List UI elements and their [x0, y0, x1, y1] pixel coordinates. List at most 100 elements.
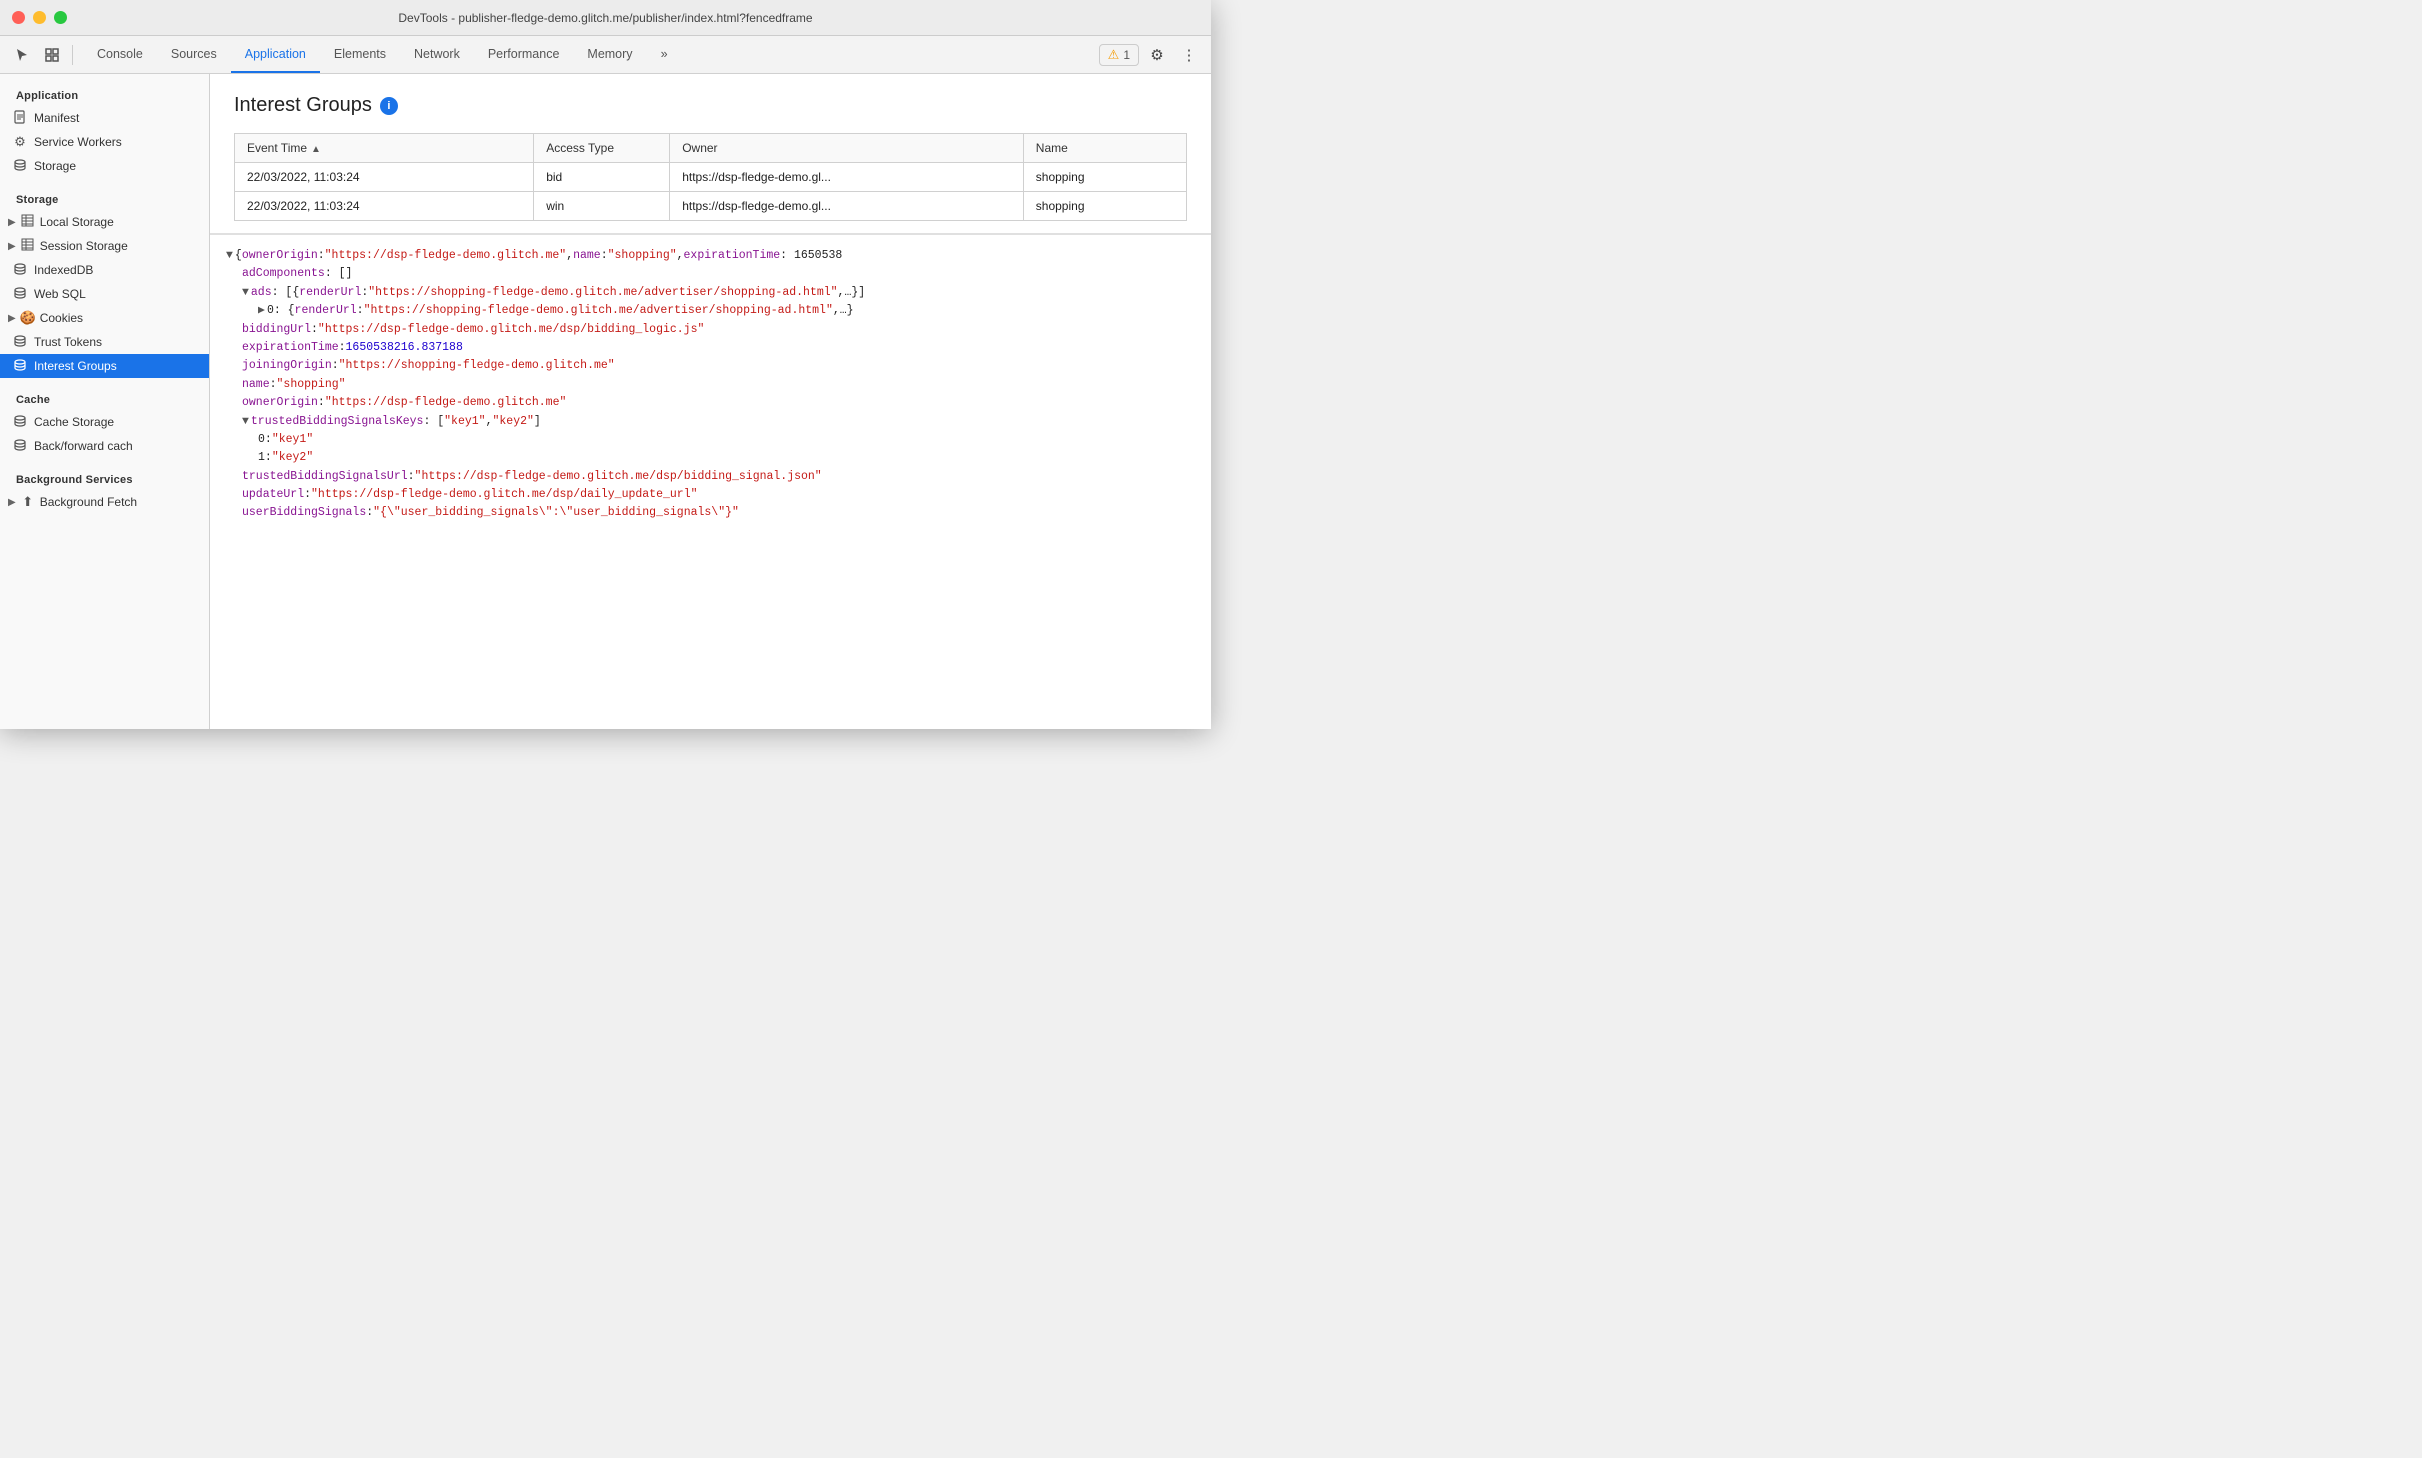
storage-app-label: Storage — [34, 159, 76, 173]
sidebar-item-trust-tokens[interactable]: Trust Tokens — [0, 330, 209, 354]
cell-owner-2: https://dsp-fledge-demo.gl... — [670, 192, 1024, 221]
warning-badge[interactable]: ⚠ 1 — [1099, 44, 1139, 66]
settings-button[interactable]: ⚙ — [1143, 41, 1171, 69]
service-workers-icon: ⚙ — [12, 134, 28, 150]
col-name[interactable]: Name — [1023, 134, 1186, 163]
cookies-icon: 🍪 — [20, 310, 36, 326]
warning-icon: ⚠ — [1108, 47, 1120, 63]
interest-groups-icon — [12, 358, 28, 375]
inspect-icon[interactable] — [38, 41, 66, 69]
expand-icon-1[interactable]: ▼ — [226, 247, 233, 265]
storage-app-icon — [12, 158, 28, 175]
json-line-9: ownerOrigin : "https://dsp-fledge-demo.g… — [226, 394, 1195, 412]
sidebar-item-local-storage[interactable]: ▶ Local Storage — [0, 210, 209, 234]
detail-panel: ▼ { ownerOrigin : "https://dsp-fledge-de… — [210, 234, 1211, 729]
sidebar-item-storage-app[interactable]: Storage — [0, 154, 209, 178]
col-access-type[interactable]: Access Type — [534, 134, 670, 163]
json-line-10: ▼ trustedBiddingSignalsKeys : [ "key1" ,… — [226, 413, 1195, 431]
sidebar: Application Manifest ⚙ Service Workers — [0, 74, 210, 729]
cell-access-type-1: bid — [534, 163, 670, 192]
trust-tokens-icon — [12, 334, 28, 351]
json-line-3: ▼ ads : [{ renderUrl : "https://shopping… — [226, 284, 1195, 302]
json-line-11: 0: "key1" — [226, 431, 1195, 449]
cell-event-time-2: 22/03/2022, 11:03:24 — [235, 192, 534, 221]
sort-arrow: ▲ — [311, 144, 321, 155]
json-line-2: adComponents : [] — [226, 265, 1195, 283]
info-icon[interactable]: i — [380, 97, 398, 115]
json-line-13: trustedBiddingSignalsUrl : "https://dsp-… — [226, 468, 1195, 486]
tab-sources[interactable]: Sources — [157, 36, 231, 73]
json-line-5: biddingUrl : "https://dsp-fledge-demo.gl… — [226, 321, 1195, 339]
back-forward-cache-label: Back/forward cach — [34, 439, 133, 453]
tab-performance[interactable]: Performance — [474, 36, 574, 73]
json-line-15: userBiddingSignals : "{\"user_bidding_si… — [226, 504, 1195, 522]
cell-owner-1: https://dsp-fledge-demo.gl... — [670, 163, 1024, 192]
json-line-8: name : "shopping" — [226, 376, 1195, 394]
background-fetch-icon: ⬆ — [20, 494, 36, 510]
local-storage-arrow: ▶ — [8, 217, 16, 228]
window-controls — [12, 11, 67, 24]
cursor-icon[interactable] — [8, 41, 36, 69]
sidebar-item-back-forward-cache[interactable]: Back/forward cach — [0, 434, 209, 458]
ig-title-row: Interest Groups i — [234, 94, 1187, 117]
web-sql-icon — [12, 286, 28, 303]
interest-groups-label: Interest Groups — [34, 359, 117, 373]
session-storage-arrow: ▶ — [8, 241, 16, 252]
sidebar-item-service-workers[interactable]: ⚙ Service Workers — [0, 130, 209, 154]
service-workers-label: Service Workers — [34, 135, 122, 149]
expand-icon-4[interactable]: ▶ — [258, 302, 265, 320]
warning-count: 1 — [1123, 48, 1130, 62]
cell-name-1: shopping — [1023, 163, 1186, 192]
tab-console[interactable]: Console — [83, 36, 157, 73]
cache-storage-label: Cache Storage — [34, 415, 114, 429]
interest-groups-table: Event Time▲ Access Type Owner Name 22/03… — [234, 133, 1187, 221]
minimize-button[interactable] — [33, 11, 46, 24]
table-row[interactable]: 22/03/2022, 11:03:24 win https://dsp-fle… — [235, 192, 1187, 221]
local-storage-icon — [20, 214, 36, 230]
tab-memory[interactable]: Memory — [573, 36, 646, 73]
toolbar-separator — [72, 45, 73, 65]
title-bar: DevTools - publisher-fledge-demo.glitch.… — [0, 0, 1211, 36]
sidebar-item-cookies[interactable]: ▶ 🍪 Cookies — [0, 306, 209, 330]
manifest-icon — [12, 110, 28, 127]
trust-tokens-label: Trust Tokens — [34, 335, 102, 349]
maximize-button[interactable] — [54, 11, 67, 24]
local-storage-label: Local Storage — [40, 215, 114, 229]
json-line-1: ▼ { ownerOrigin : "https://dsp-fledge-de… — [226, 247, 1195, 265]
expand-icon-10[interactable]: ▼ — [242, 413, 249, 431]
tab-navigation: Console Sources Application Elements Net… — [83, 36, 682, 73]
table-row[interactable]: 22/03/2022, 11:03:24 bid https://dsp-fle… — [235, 163, 1187, 192]
close-button[interactable] — [12, 11, 25, 24]
sidebar-item-cache-storage[interactable]: Cache Storage — [0, 410, 209, 434]
devtools-main: Application Manifest ⚙ Service Workers — [0, 74, 1211, 729]
more-options-button[interactable]: ⋮ — [1175, 41, 1203, 69]
sidebar-item-session-storage[interactable]: ▶ Session Storage — [0, 234, 209, 258]
cache-storage-icon — [12, 414, 28, 431]
sidebar-section-storage: Storage — [0, 186, 209, 210]
sidebar-item-background-fetch[interactable]: ▶ ⬆ Background Fetch — [0, 490, 209, 514]
background-fetch-label: Background Fetch — [40, 495, 137, 509]
tab-network[interactable]: Network — [400, 36, 474, 73]
json-line-14: updateUrl : "https://dsp-fledge-demo.gli… — [226, 486, 1195, 504]
tab-more[interactable]: » — [647, 36, 682, 73]
col-owner[interactable]: Owner — [670, 134, 1024, 163]
sidebar-item-interest-groups[interactable]: Interest Groups — [0, 354, 209, 378]
cookies-arrow: ▶ — [8, 313, 16, 324]
col-event-time[interactable]: Event Time▲ — [235, 134, 534, 163]
web-sql-label: Web SQL — [34, 287, 86, 301]
expand-icon-3[interactable]: ▼ — [242, 284, 249, 302]
back-forward-cache-icon — [12, 438, 28, 455]
tab-elements[interactable]: Elements — [320, 36, 400, 73]
session-storage-icon — [20, 238, 36, 254]
tab-application[interactable]: Application — [231, 36, 320, 73]
cell-name-2: shopping — [1023, 192, 1186, 221]
manifest-label: Manifest — [34, 111, 79, 125]
sidebar-item-indexeddb[interactable]: IndexedDB — [0, 258, 209, 282]
sidebar-item-web-sql[interactable]: Web SQL — [0, 282, 209, 306]
background-fetch-arrow: ▶ — [8, 497, 16, 508]
json-line-6: expirationTime : 1650538216.837188 — [226, 339, 1195, 357]
sidebar-item-manifest[interactable]: Manifest — [0, 106, 209, 130]
indexeddb-label: IndexedDB — [34, 263, 93, 277]
devtools-toolbar: Console Sources Application Elements Net… — [0, 36, 1211, 74]
json-line-4: ▶ 0: { renderUrl : "https://shopping-fle… — [226, 302, 1195, 320]
